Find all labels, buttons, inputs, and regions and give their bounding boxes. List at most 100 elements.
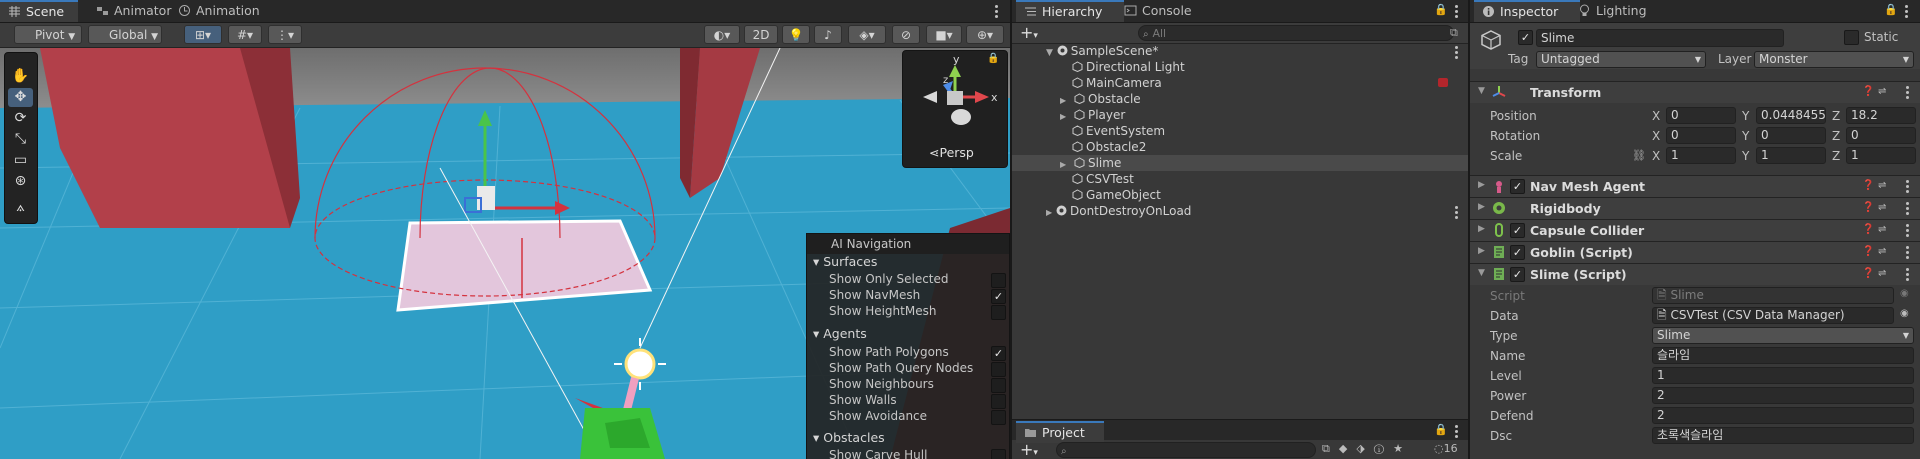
hierarchy-more-icon[interactable] [1455,5,1458,20]
project-search-input[interactable]: ⌕ [1056,442,1316,458]
object-name-input[interactable]: Slime [1536,29,1784,47]
name-input[interactable]: 슬라임 [1652,347,1914,364]
orientation-gizmo[interactable]: y x z 🔒 ⋖Persp [902,50,1008,168]
rotation-z-field[interactable]: 0 [1846,127,1916,144]
presets-icon[interactable]: ⇌ [1878,224,1886,235]
hidden-objects-button[interactable]: ⊘ [892,25,920,44]
scene-more-icon[interactable] [995,5,998,20]
hierarchy-item[interactable]: Directional Light [1012,59,1468,75]
lock-icon[interactable]: 🔒 [1434,3,1448,16]
persp-toggle[interactable]: ⋖Persp [929,145,974,160]
add-object-button[interactable]: +▾ [1020,23,1038,42]
rect-tool-icon[interactable]: ▭ [8,151,33,170]
component-more-icon[interactable] [1906,180,1909,195]
global-dropdown[interactable]: Global ▼ [88,25,162,44]
static-checkbox[interactable] [1844,30,1859,45]
effects-button[interactable]: ◈▾ [848,25,886,44]
defend-input[interactable]: 2 [1652,407,1914,424]
object-picker-icon[interactable]: ◉ [1900,288,1909,299]
slime-script-component-header[interactable]: ▼ ✓ Slime (Script) ❓ ⇌ [1470,263,1920,285]
tab-inspector[interactable]: Inspector [1474,0,1580,22]
hierarchy-scene-row[interactable]: ▼ SampleScene* [1012,43,1468,59]
position-y-field[interactable]: 0.0448455 [1756,107,1826,124]
camera-settings-button[interactable]: ■▾ [926,25,962,44]
scale-z-field[interactable]: 1 [1846,147,1916,164]
component-more-icon[interactable] [1906,268,1909,283]
lock-icon[interactable]: 🔒 [1884,3,1898,16]
increment-snap-button[interactable]: ⋮▾ [268,25,302,44]
presets-icon[interactable]: ⇌ [1878,86,1886,97]
star-icon[interactable]: ★ [1393,442,1412,455]
presets-icon[interactable]: ⇌ [1878,180,1886,191]
tab-animator[interactable]: Animator [88,0,179,22]
hierarchy-search-input[interactable]: ⌕ All [1138,25,1454,41]
lock-icon[interactable]: 🔒 [1434,423,1448,436]
component-enabled-checkbox[interactable]: ✓ [1510,245,1525,260]
hierarchy-item[interactable]: ▶ Player [1012,107,1468,123]
hierarchy-item[interactable]: Obstacle2 [1012,139,1468,155]
draw-mode-button[interactable]: ◐▾ [704,25,740,44]
help-icon[interactable]: ❓ [1862,224,1874,235]
hierarchy-item[interactable]: MainCamera [1012,75,1468,91]
tab-scene[interactable]: Scene [0,0,78,22]
tab-hierarchy[interactable]: Hierarchy [1016,0,1124,22]
scale-y-field[interactable]: 1 [1756,147,1826,164]
help-icon[interactable]: ❓ [1862,202,1874,213]
hand-tool-icon[interactable]: ✋ [8,67,33,86]
dontdestroy-more-icon[interactable] [1455,206,1458,221]
hierarchy-item[interactable]: GameObject [1012,187,1468,203]
section-surfaces[interactable]: ▾ Surfaces [813,254,877,269]
presets-icon[interactable]: ⇌ [1878,246,1886,257]
presets-icon[interactable]: ⇌ [1878,202,1886,213]
position-z-field[interactable]: 18.2 [1846,107,1916,124]
nav-mesh-agent-component-header[interactable]: ▶ ✓ Nav Mesh Agent ❓ ⇌ [1470,175,1920,197]
section-agents[interactable]: ▾ Agents [813,326,867,341]
presets-icon[interactable]: ⇌ [1878,268,1886,279]
rotation-x-field[interactable]: 0 [1666,127,1736,144]
tag-icon[interactable]: ⬗ [1356,442,1373,455]
hierarchy-item-selected[interactable]: ▶ Slime [1012,155,1468,171]
scale-x-field[interactable]: 1 [1666,147,1736,164]
search-filter-icon[interactable]: ⧉ [1450,26,1458,40]
constrain-proportions-icon[interactable]: ⛓ [1632,149,1646,162]
capsule-collider-component-header[interactable]: ▶ ✓ Capsule Collider ❓ ⇌ [1470,219,1920,241]
object-picker-icon[interactable]: ◉ [1900,308,1909,319]
show-avoidance-checkbox[interactable] [991,410,1006,425]
rigidbody-component-header[interactable]: ▶ Rigidbody ❓ ⇌ [1470,197,1920,219]
show-path-polygons-checkbox[interactable]: ✓ [991,346,1006,361]
rotate-tool-icon[interactable]: ⟳ [8,109,33,128]
rotation-y-field[interactable]: 0 [1756,127,1826,144]
help-icon[interactable]: ❓ [1862,246,1874,257]
show-carve-hull-checkbox[interactable] [991,449,1006,459]
tab-lighting[interactable]: Lighting [1570,0,1655,22]
component-more-icon[interactable] [1906,86,1909,101]
show-only-selected-checkbox[interactable] [991,273,1006,288]
tag-dropdown[interactable]: Untagged ▼ [1536,51,1706,68]
custom-tool-icon[interactable]: ⟑ [8,198,33,217]
type-dropdown[interactable]: Slime ▼ [1652,327,1914,344]
active-checkbox[interactable]: ✓ [1518,30,1533,45]
component-enabled-checkbox[interactable]: ✓ [1510,179,1525,194]
goblin-script-component-header[interactable]: ▶ ✓ Goblin (Script) ❓ ⇌ [1470,241,1920,263]
project-more-icon[interactable] [1455,425,1458,440]
mode-2d-button[interactable]: 2D [744,25,778,44]
hierarchy-scene-row[interactable]: ▶ DontDestroyOnLoad [1012,203,1468,219]
search-by-type-icon[interactable]: ⧉ [1322,442,1339,455]
gizmos-button[interactable]: ⊕▾ [966,25,1004,44]
move-tool-icon[interactable]: ✥ [8,88,33,107]
grid-visibility-button[interactable]: #▾ [228,25,262,44]
transform-component-header[interactable]: ▼ Transform ❓ ⇌ [1470,81,1920,103]
layer-dropdown[interactable]: Monster ▼ [1754,51,1914,68]
hierarchy-item[interactable]: CSVTest [1012,171,1468,187]
hierarchy-item[interactable]: EventSystem [1012,123,1468,139]
component-more-icon[interactable] [1906,246,1909,261]
component-enabled-checkbox[interactable]: ✓ [1510,267,1525,282]
help-icon[interactable]: ❓ [1862,86,1874,97]
transform-tool-icon[interactable]: ⊛ [8,172,33,191]
data-object-field[interactable]: 🗎 CSVTest (CSV Data Manager) [1652,307,1894,324]
help-icon[interactable]: ❓ [1862,180,1874,191]
show-neighbours-checkbox[interactable] [991,378,1006,393]
show-navmesh-checkbox[interactable]: ✓ [991,289,1006,304]
level-input[interactable]: 1 [1652,367,1914,384]
show-path-query-nodes-checkbox[interactable] [991,362,1006,377]
